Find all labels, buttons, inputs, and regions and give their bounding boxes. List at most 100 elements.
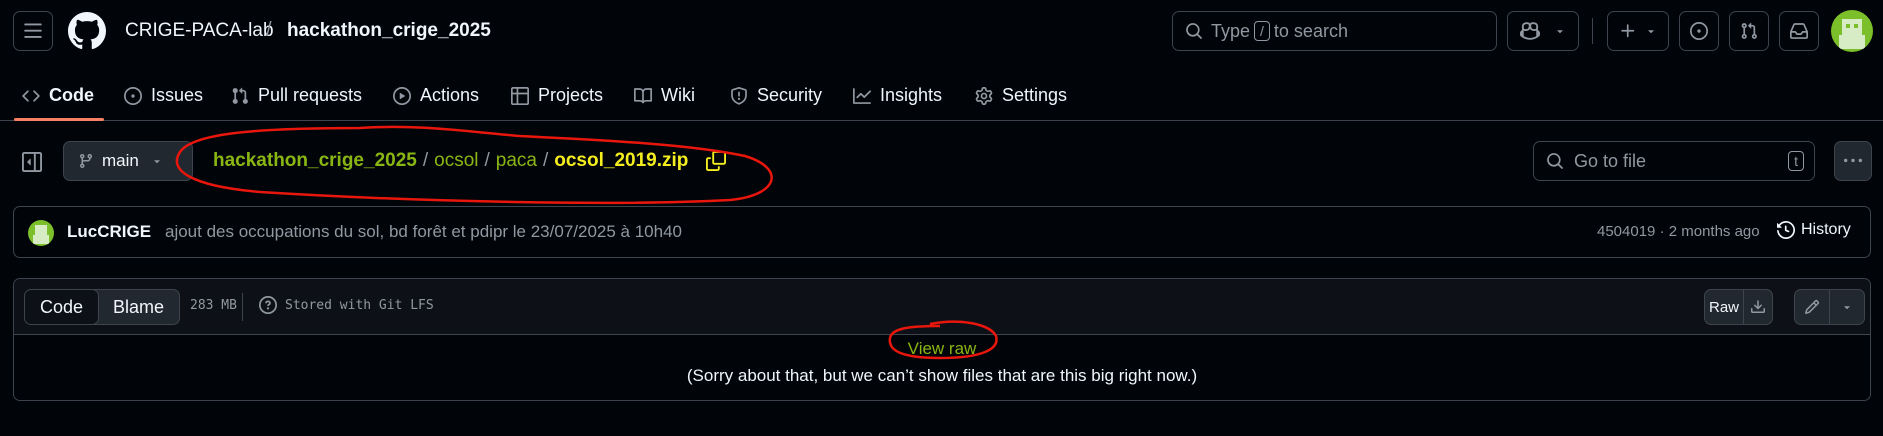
kebab-horizontal-icon <box>1844 158 1862 163</box>
search-shortcut-key: / <box>1254 21 1270 41</box>
go-to-file-input[interactable]: Go to file t <box>1533 141 1815 181</box>
copy-icon <box>706 151 727 171</box>
raw-button[interactable]: Raw <box>1705 290 1744 324</box>
code-blame-toggle: Code Blame <box>24 289 181 325</box>
sidebar-expand-icon <box>22 152 42 172</box>
tab-security[interactable]: Security <box>730 70 822 121</box>
chevron-down-icon <box>1648 30 1654 34</box>
branch-name: main <box>102 151 139 170</box>
table-icon <box>511 86 529 105</box>
repo-name-link[interactable]: hackathon_crige_2025 <box>287 20 491 42</box>
chevron-down-icon <box>154 160 160 164</box>
repo-owner-link[interactable]: CRIGE-PACA-lab <box>125 20 274 42</box>
breadcrumb-repo-link[interactable]: hackathon_crige_2025 <box>213 150 417 172</box>
tab-label: Wiki <box>661 85 695 105</box>
file-header-divider <box>242 293 243 321</box>
tab-code[interactable]: Code <box>22 70 94 121</box>
breadcrumb-separator: / <box>542 150 549 171</box>
download-icon <box>1751 300 1765 313</box>
active-tab-indicator <box>14 118 104 121</box>
pull-request-icon <box>232 87 248 104</box>
commit-author-avatar[interactable] <box>28 220 54 246</box>
search-icon <box>1547 153 1563 169</box>
inbox-button[interactable] <box>1779 11 1819 51</box>
go-to-file-shortcut-key: t <box>1788 151 1804 171</box>
triangle-down-icon <box>1844 306 1850 310</box>
breadcrumb-separator: / <box>422 150 429 171</box>
go-to-file-placeholder: Go to file <box>1574 150 1647 171</box>
breadcrumb-current-file: ocsol_2019.zip <box>554 150 689 171</box>
commit-author-link[interactable]: LucCRIGE <box>67 222 151 242</box>
tab-pull-requests[interactable]: Pull requests <box>231 70 362 121</box>
file-too-big-message: (Sorry about that, but we can’t show fil… <box>686 366 1198 385</box>
copy-path-button[interactable] <box>706 151 727 171</box>
view-raw-link-text[interactable]: View raw <box>908 339 977 358</box>
commit-meta[interactable]: 4504019 · 2 months ago <box>1597 223 1760 240</box>
more-options-button[interactable] <box>1834 141 1872 181</box>
search-icon <box>1186 23 1202 39</box>
pencil-icon <box>1804 299 1820 315</box>
tab-actions[interactable]: Actions <box>393 70 479 121</box>
history-icon <box>1777 221 1795 239</box>
pull-request-icon <box>1741 22 1757 39</box>
download-button[interactable] <box>1744 290 1772 324</box>
menu-button[interactable] <box>13 11 53 51</box>
issue-icon <box>124 86 142 105</box>
code-icon <box>22 89 40 102</box>
issue-icon <box>1690 22 1708 40</box>
create-new-button[interactable] <box>1607 11 1669 51</box>
tab-label: Settings <box>1002 85 1068 105</box>
blame-tab-button[interactable]: Blame <box>98 290 179 324</box>
history-button[interactable]: History <box>1777 221 1851 239</box>
tab-wiki[interactable]: Wiki <box>634 70 695 121</box>
file-header: Code Blame 283 MB Stored with Git LFS Ra… <box>14 279 1870 335</box>
edit-button[interactable] <box>1795 290 1830 324</box>
tab-label: Code <box>49 85 94 105</box>
global-header: CRIGE-PACA-lab / hackathon_crige_2025 Ty… <box>0 0 1883 121</box>
latest-commit-bar: LucCRIGE ajout des occupations du sol, b… <box>13 206 1871 258</box>
tab-label: Pull requests <box>258 85 363 105</box>
github-logo-icon[interactable] <box>68 12 106 50</box>
code-tab-button[interactable]: Code <box>25 290 100 324</box>
tab-settings[interactable]: Settings <box>975 70 1067 121</box>
pull-requests-button[interactable] <box>1729 11 1769 51</box>
history-label: History <box>1801 221 1851 238</box>
tab-label: Projects <box>538 85 604 105</box>
edit-options-button[interactable] <box>1830 290 1864 324</box>
search-input[interactable]: Type / to search <box>1172 11 1497 51</box>
book-icon <box>634 87 652 103</box>
lfs-label: Stored with Git LFS <box>285 297 434 313</box>
sidebar-toggle-button[interactable] <box>22 152 42 172</box>
copilot-icon <box>1520 22 1540 40</box>
lfs-status: Stored with Git LFS <box>259 296 434 314</box>
tab-projects[interactable]: Projects <box>511 70 603 121</box>
owner-repo-separator: / <box>266 19 272 41</box>
git-branch-icon <box>79 154 92 169</box>
edit-group <box>1794 289 1865 325</box>
issues-button[interactable] <box>1679 11 1719 51</box>
shield-icon <box>731 86 747 105</box>
commit-message-link[interactable]: ajout des occupations du sol, bd forêt e… <box>165 222 682 242</box>
tab-label: Actions <box>420 85 480 105</box>
tab-label: Security <box>757 85 823 105</box>
file-view: Code Blame 283 MB Stored with Git LFS Ra… <box>13 278 1871 401</box>
gear-icon <box>975 86 993 105</box>
inbox-icon <box>1790 23 1808 39</box>
view-raw-link: View raw <box>14 339 1870 359</box>
file-size: 283 MB <box>190 298 237 313</box>
breadcrumb-dir-ocsol[interactable]: ocsol <box>434 150 478 172</box>
breadcrumb-separator: / <box>484 150 490 171</box>
copilot-button[interactable] <box>1507 11 1579 51</box>
repo-tabs: Code Issues Pull requests Actions Projec… <box>0 70 1883 121</box>
question-icon[interactable] <box>259 296 277 314</box>
breadcrumb-dir-paca[interactable]: paca <box>496 150 537 172</box>
tab-label: Insights <box>880 85 943 105</box>
play-icon <box>393 86 411 105</box>
graph-icon <box>853 87 871 104</box>
tab-issues[interactable]: Issues <box>124 70 203 121</box>
branch-selector[interactable]: main <box>63 141 193 181</box>
avatar[interactable] <box>1831 10 1873 52</box>
header-divider <box>1592 18 1593 44</box>
breadcrumb: hackathon_crige_2025 / ocsol / paca / oc… <box>213 150 727 172</box>
tab-insights[interactable]: Insights <box>853 70 942 121</box>
